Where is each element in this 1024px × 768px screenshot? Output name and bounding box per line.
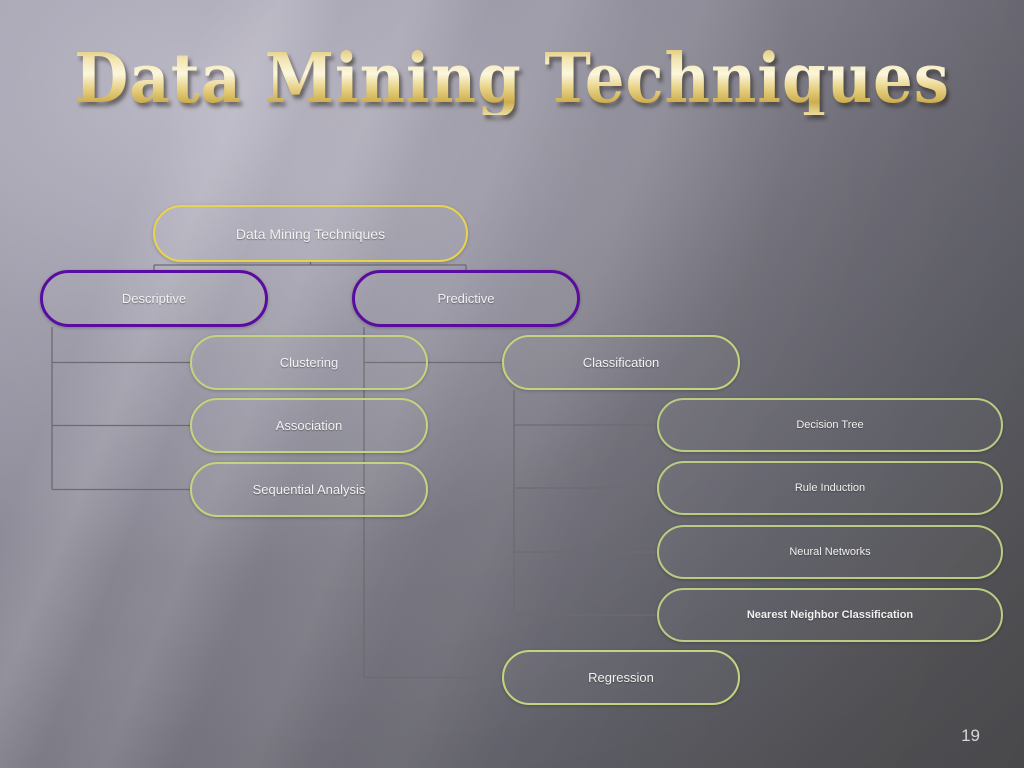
data-mining-techniques-tree-diagram: Data Mining Techniques Descriptive Predict… <box>0 0 1024 768</box>
tree-node-label: Neural Networks <box>789 546 871 558</box>
slide-canvas: Data Mining Techniques Data Mining Techn… <box>0 0 1024 768</box>
slide-page-number: 19 <box>961 726 980 745</box>
tree-node-association: Association <box>190 398 428 453</box>
tree-node-label: Decision Tree <box>796 419 864 431</box>
tree-node-decisiontree: Decision Tree <box>657 398 1003 452</box>
tree-node-label: Data Mining Techniques <box>235 225 386 242</box>
tree-node-root: Data Mining Techniques <box>153 205 468 262</box>
tree-node-neuralnets: Neural Networks <box>657 525 1003 579</box>
tree-node-label: Rule Induction <box>794 482 866 494</box>
tree-node-label: Sequential Analysis <box>252 482 366 497</box>
tree-node-ruleinduction: Rule Induction <box>657 461 1003 515</box>
tree-node-label: Clustering <box>279 355 339 370</box>
tree-node-classification: Classification <box>502 335 740 390</box>
tree-node-label: Predictive <box>437 291 495 306</box>
tree-node-regression: Regression <box>502 650 740 705</box>
tree-node-label: Regression <box>588 670 654 685</box>
tree-node-predictive: Predictive <box>352 270 580 327</box>
tree-node-label: Classification <box>582 355 660 370</box>
tree-node-clustering: Clustering <box>190 335 428 390</box>
tree-node-sequential: Sequential Analysis <box>190 462 428 517</box>
tree-node-label: Descriptive <box>121 291 187 306</box>
tree-node-label: Association <box>275 418 343 433</box>
tree-node-label: Nearest Neighbor Classification <box>746 609 914 621</box>
tree-node-descriptive: Descriptive <box>40 270 268 327</box>
tree-node-nearestneighbor: Nearest Neighbor Classification <box>657 588 1003 642</box>
